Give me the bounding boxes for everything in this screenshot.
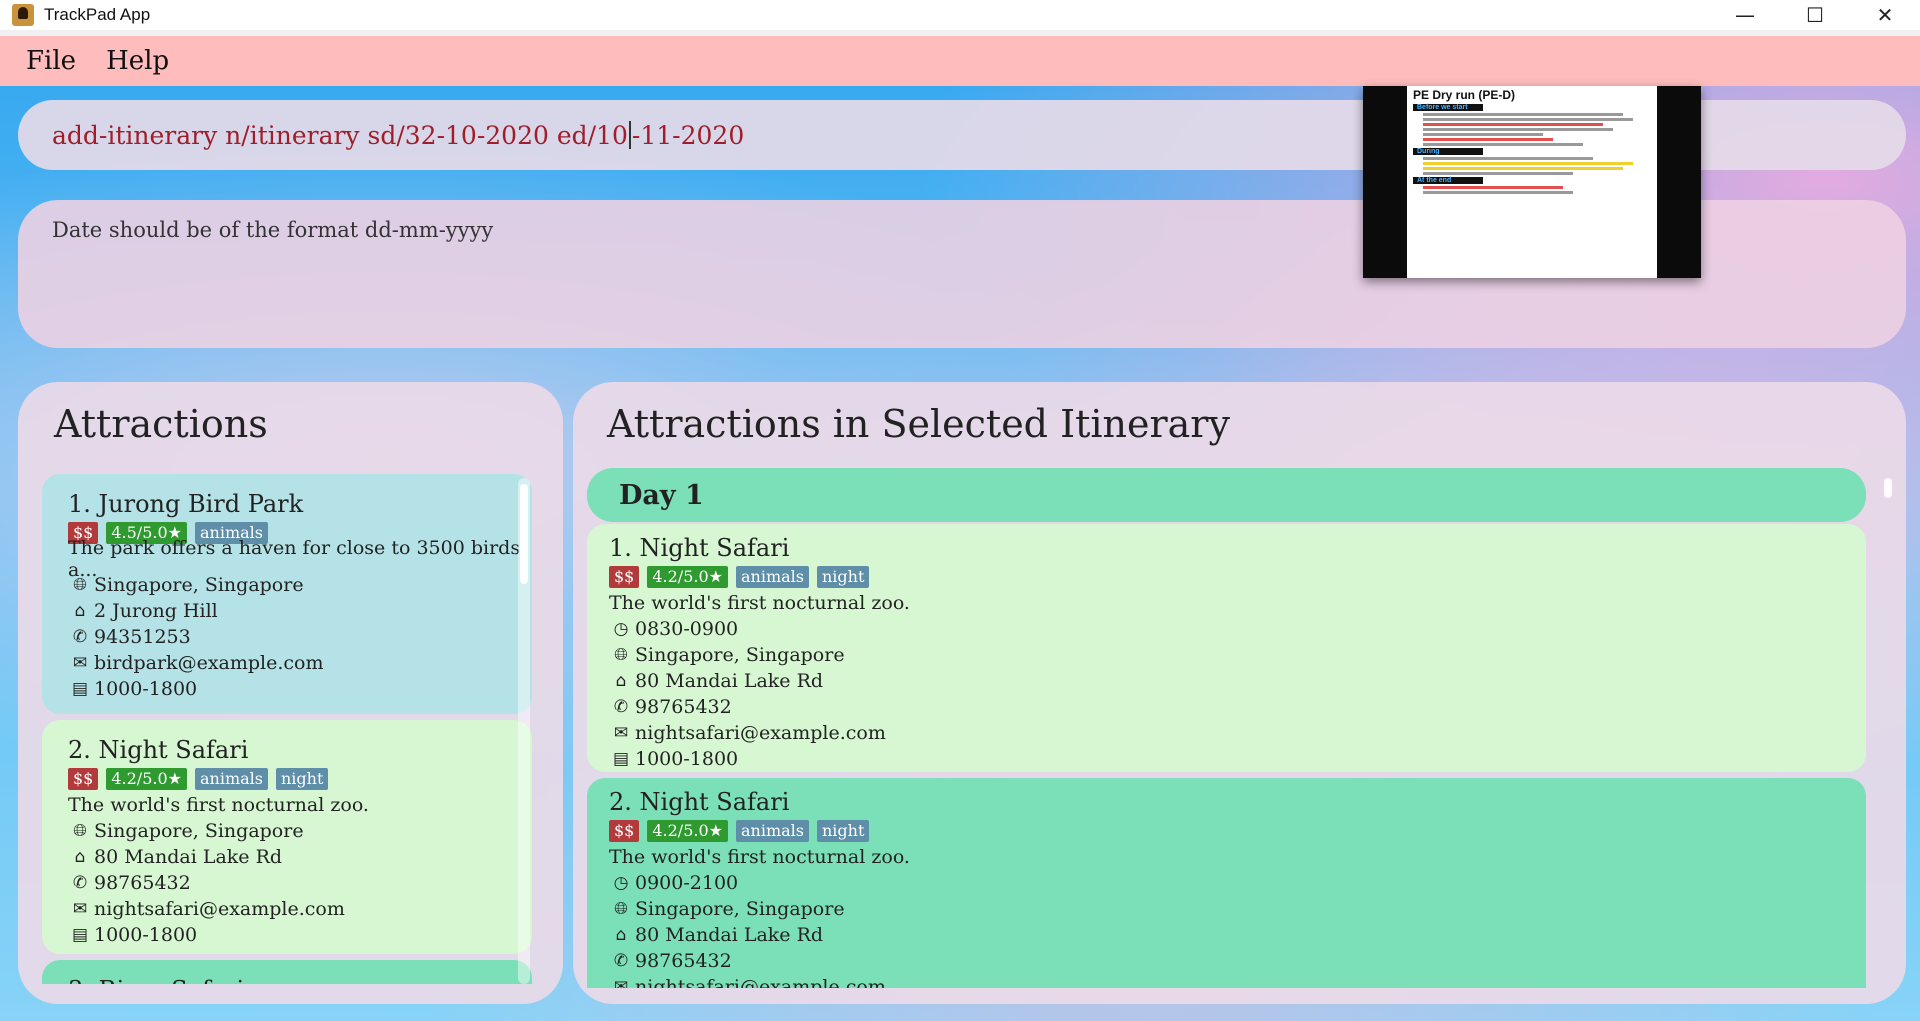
attraction-title: 2. Night Safari bbox=[609, 788, 790, 816]
attraction-location: Singapore, Singapore bbox=[94, 574, 304, 596]
preview-thumbnail[interactable]: PE Dry run (PE-D) Before we start During… bbox=[1363, 86, 1701, 278]
preview-section-1: Before we start bbox=[1413, 104, 1483, 111]
attraction-location: Singapore, Singapore bbox=[94, 820, 304, 842]
globe-icon: 🌐︎ bbox=[614, 645, 628, 665]
mail-icon: ✉ bbox=[613, 977, 629, 988]
attraction-phone: 98765432 bbox=[635, 696, 732, 718]
attraction-title: 1. Night Safari bbox=[609, 534, 790, 562]
attractions-scrollbar[interactable] bbox=[518, 478, 530, 984]
attractions-panel: Attractions 1. Jurong Bird Park $$ 4.5/5… bbox=[18, 382, 563, 1004]
globe-icon: 🌐︎ bbox=[73, 575, 87, 595]
category-tag: night bbox=[816, 820, 870, 842]
globe-icon: 🌐︎ bbox=[73, 821, 87, 841]
visit-time: 0900-2100 bbox=[635, 872, 739, 894]
attractions-scroll-thumb[interactable] bbox=[520, 484, 528, 584]
attraction-card[interactable]: 3. River Safari bbox=[42, 960, 532, 984]
home-icon: ⌂ bbox=[74, 847, 86, 867]
category-tag: animals bbox=[194, 768, 268, 790]
price-tag: $$ bbox=[68, 768, 99, 790]
attraction-description: The world's first nocturnal zoo. bbox=[609, 846, 910, 868]
phone-icon: ✆ bbox=[613, 697, 629, 717]
category-tag: animals bbox=[735, 566, 809, 588]
attraction-email: birdpark@example.com bbox=[94, 652, 324, 674]
itinerary-scrollbar[interactable] bbox=[1884, 474, 1894, 984]
home-icon: ⌂ bbox=[74, 601, 86, 621]
clock-icon: ◷ bbox=[613, 619, 629, 639]
attraction-email: nightsafari@example.com bbox=[635, 976, 886, 988]
minimize-button[interactable]: — bbox=[1710, 0, 1780, 30]
attraction-address: 80 Mandai Lake Rd bbox=[635, 924, 824, 946]
phone-icon: ✆ bbox=[72, 873, 88, 893]
rating-tag: 4.2/5.0★ bbox=[647, 566, 728, 588]
globe-icon: 🌐︎ bbox=[614, 899, 628, 919]
price-tag: $$ bbox=[609, 820, 640, 842]
preview-section-2: During bbox=[1413, 148, 1483, 155]
calendar-icon: ▤ bbox=[612, 749, 630, 769]
command-text-after-caret: -11-2020 bbox=[631, 120, 745, 150]
calendar-icon: ▤ bbox=[71, 679, 89, 699]
calendar-icon: ▤ bbox=[71, 925, 89, 945]
result-message: Date should be of the format dd-mm-yyyy bbox=[52, 218, 494, 242]
clock-icon: ◷ bbox=[613, 873, 629, 893]
menu-bar: File Help bbox=[0, 36, 1920, 86]
window-titlebar: TrackPad App — ☐ ✕ bbox=[0, 0, 1920, 30]
attraction-hours: 1000-1800 bbox=[94, 924, 198, 946]
attraction-card[interactable]: 1. Jurong Bird Park $$ 4.5/5.0★ animals … bbox=[42, 474, 532, 714]
attraction-description: The world's first nocturnal zoo. bbox=[68, 794, 369, 816]
window-controls: — ☐ ✕ bbox=[1710, 0, 1920, 30]
home-icon: ⌂ bbox=[615, 671, 627, 691]
window-title: TrackPad App bbox=[44, 5, 151, 24]
day-header[interactable]: Day 1 bbox=[587, 468, 1866, 522]
attraction-address: 80 Mandai Lake Rd bbox=[94, 846, 283, 868]
rating-tag: 4.2/5.0★ bbox=[647, 820, 728, 842]
itinerary-title: Attractions in Selected Itinerary bbox=[607, 402, 1230, 446]
phone-icon: ✆ bbox=[72, 627, 88, 647]
category-tag: night bbox=[816, 566, 870, 588]
attraction-title: 1. Jurong Bird Park bbox=[68, 490, 304, 518]
attraction-hours: 1000-1800 bbox=[635, 748, 739, 770]
mail-icon: ✉ bbox=[72, 899, 88, 919]
category-tag: night bbox=[275, 768, 329, 790]
itinerary-panel: Attractions in Selected Itinerary Day 1 … bbox=[573, 382, 1906, 1004]
menu-file[interactable]: File bbox=[26, 46, 76, 76]
attraction-email: nightsafari@example.com bbox=[635, 722, 886, 744]
attraction-description: The world's first nocturnal zoo. bbox=[609, 592, 910, 614]
attraction-title: 2. Night Safari bbox=[68, 736, 249, 764]
attraction-address: 80 Mandai Lake Rd bbox=[635, 670, 824, 692]
phone-icon: ✆ bbox=[613, 951, 629, 971]
menu-help[interactable]: Help bbox=[106, 46, 169, 76]
itinerary-scroll-thumb[interactable] bbox=[1884, 478, 1892, 498]
attraction-phone: 98765432 bbox=[635, 950, 732, 972]
command-text-before-caret: add-itinerary n/itinerary sd/32-10-2020 … bbox=[52, 120, 628, 150]
home-icon: ⌂ bbox=[615, 925, 627, 945]
preview-document: PE Dry run (PE-D) Before we start During… bbox=[1407, 86, 1657, 278]
attraction-hours: 1000-1800 bbox=[94, 678, 198, 700]
text-caret bbox=[628, 121, 631, 149]
price-tag: $$ bbox=[609, 566, 640, 588]
attraction-location: Singapore, Singapore bbox=[635, 898, 845, 920]
close-button[interactable]: ✕ bbox=[1850, 0, 1920, 30]
mail-icon: ✉ bbox=[613, 723, 629, 743]
attraction-title: 3. River Safari bbox=[68, 976, 532, 984]
itinerary-list[interactable]: Day 1 1. Night Safari $$ 4.2/5.0★ animal… bbox=[587, 468, 1889, 988]
attraction-location: Singapore, Singapore bbox=[635, 644, 845, 666]
attraction-email: nightsafari@example.com bbox=[94, 898, 345, 920]
preview-section-3: At the end bbox=[1413, 177, 1483, 184]
app-icon bbox=[12, 4, 34, 26]
attraction-address: 2 Jurong Hill bbox=[94, 600, 218, 622]
category-tag: animals bbox=[735, 820, 809, 842]
attraction-phone: 98765432 bbox=[94, 872, 191, 894]
rating-tag: 4.2/5.0★ bbox=[106, 768, 187, 790]
itinerary-attraction-card[interactable]: 2. Night Safari $$ 4.2/5.0★ animals nigh… bbox=[587, 778, 1866, 988]
preview-title: PE Dry run (PE-D) bbox=[1413, 88, 1516, 102]
attraction-card[interactable]: 2. Night Safari $$ 4.2/5.0★ animals nigh… bbox=[42, 720, 532, 954]
visit-time: 0830-0900 bbox=[635, 618, 739, 640]
attractions-title: Attractions bbox=[54, 402, 268, 446]
attractions-list[interactable]: 1. Jurong Bird Park $$ 4.5/5.0★ animals … bbox=[42, 474, 532, 984]
itinerary-attraction-card[interactable]: 1. Night Safari $$ 4.2/5.0★ animals nigh… bbox=[587, 524, 1866, 772]
mail-icon: ✉ bbox=[72, 653, 88, 673]
maximize-button[interactable]: ☐ bbox=[1780, 0, 1850, 30]
attraction-phone: 94351253 bbox=[94, 626, 191, 648]
